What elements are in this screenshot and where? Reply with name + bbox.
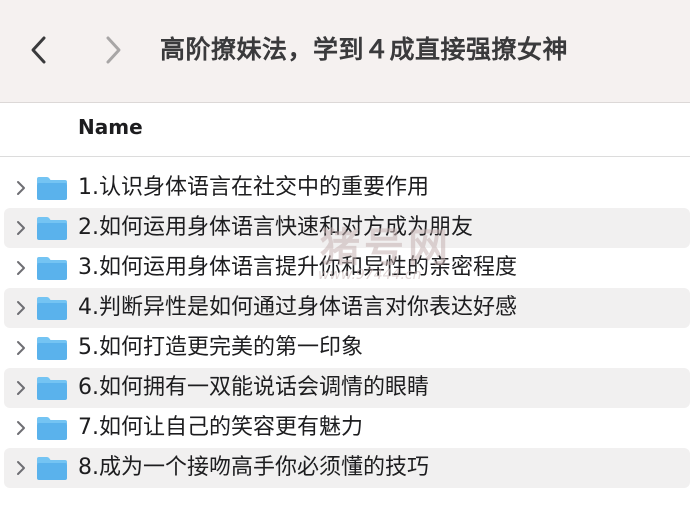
list-item-label: 1.认识身体语言在社交中的重要作用 — [78, 175, 429, 200]
list-item[interactable]: 2.如何运用身体语言快速和对方成为朋友 — [4, 208, 690, 248]
chevron-right-icon[interactable] — [13, 460, 29, 476]
chevron-right-icon[interactable] — [13, 340, 29, 356]
list-item-label: 7.如何让自己的笑容更有魅力 — [78, 415, 363, 440]
list-item-label: 6.如何拥有一双能说话会调情的眼睛 — [78, 375, 429, 400]
window-title: 高阶撩妹法，学到４成直接强撩女神 — [160, 35, 569, 64]
folder-icon — [37, 417, 67, 440]
column-header: Name — [0, 103, 690, 157]
list-item-label: 5.如何打造更完美的第一印象 — [78, 335, 363, 360]
chevron-right-icon[interactable] — [13, 260, 29, 276]
name-column-header[interactable]: Name — [78, 115, 143, 139]
toolbar: 高阶撩妹法，学到４成直接强撩女神 — [0, 0, 690, 103]
folder-icon — [37, 377, 67, 400]
chevron-right-icon[interactable] — [13, 380, 29, 396]
chevron-right-icon[interactable] — [13, 420, 29, 436]
chevron-right-icon[interactable] — [13, 300, 29, 316]
folder-icon — [37, 297, 67, 320]
folder-icon — [37, 217, 67, 240]
folder-icon — [37, 177, 67, 200]
list-item-label: 3.如何运用身体语言提升你和异性的亲密程度 — [78, 255, 517, 280]
folder-icon — [37, 457, 67, 480]
list-item[interactable]: 5.如何打造更完美的第一印象 — [0, 328, 690, 368]
chevron-right-icon[interactable] — [13, 220, 29, 236]
list-item-label: 4.判断异性是如何通过身体语言对你表达好感 — [78, 295, 517, 320]
list-item[interactable]: 8.成为一个接吻高手你必须懂的技巧 — [4, 448, 690, 488]
folder-icon — [37, 257, 67, 280]
chevron-right-icon — [106, 36, 121, 64]
list-item[interactable]: 4.判断异性是如何通过身体语言对你表达好感 — [4, 288, 690, 328]
list-item[interactable]: 3.如何运用身体语言提升你和异性的亲密程度 — [0, 248, 690, 288]
file-list: 1.认识身体语言在社交中的重要作用 2.如何运用身体语言快速和对方成为朋友 3.如何… — [0, 168, 690, 488]
forward-button[interactable] — [98, 30, 128, 70]
list-item[interactable]: 7.如何让自己的笑容更有魅力 — [0, 408, 690, 448]
chevron-right-icon[interactable] — [13, 180, 29, 196]
list-item[interactable]: 1.认识身体语言在社交中的重要作用 — [0, 168, 690, 208]
list-item-label: 8.成为一个接吻高手你必须懂的技巧 — [78, 455, 429, 480]
back-button[interactable] — [24, 30, 54, 70]
list-item-label: 2.如何运用身体语言快速和对方成为朋友 — [78, 215, 473, 240]
list-item[interactable]: 6.如何拥有一双能说话会调情的眼睛 — [4, 368, 690, 408]
folder-icon — [37, 337, 67, 360]
chevron-left-icon — [31, 36, 46, 64]
